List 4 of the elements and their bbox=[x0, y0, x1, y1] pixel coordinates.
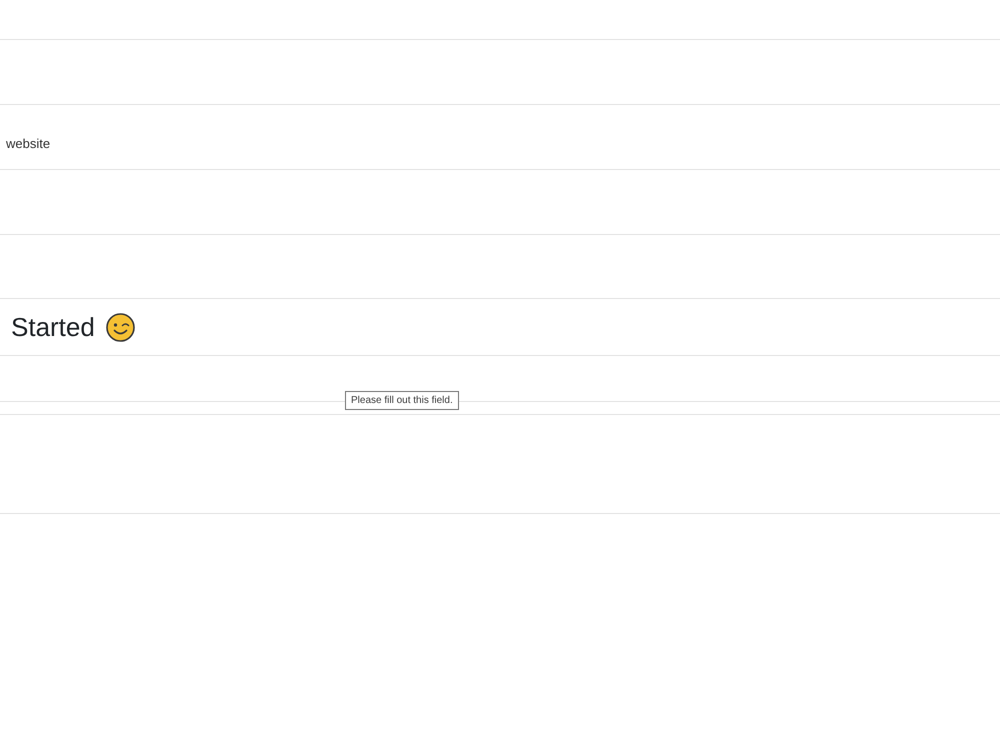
validation-tooltip: Please fill out this field. bbox=[345, 391, 459, 410]
winking-face-icon bbox=[106, 312, 135, 342]
section-heading: Started bbox=[11, 312, 95, 342]
body-text: website bbox=[6, 134, 50, 150]
